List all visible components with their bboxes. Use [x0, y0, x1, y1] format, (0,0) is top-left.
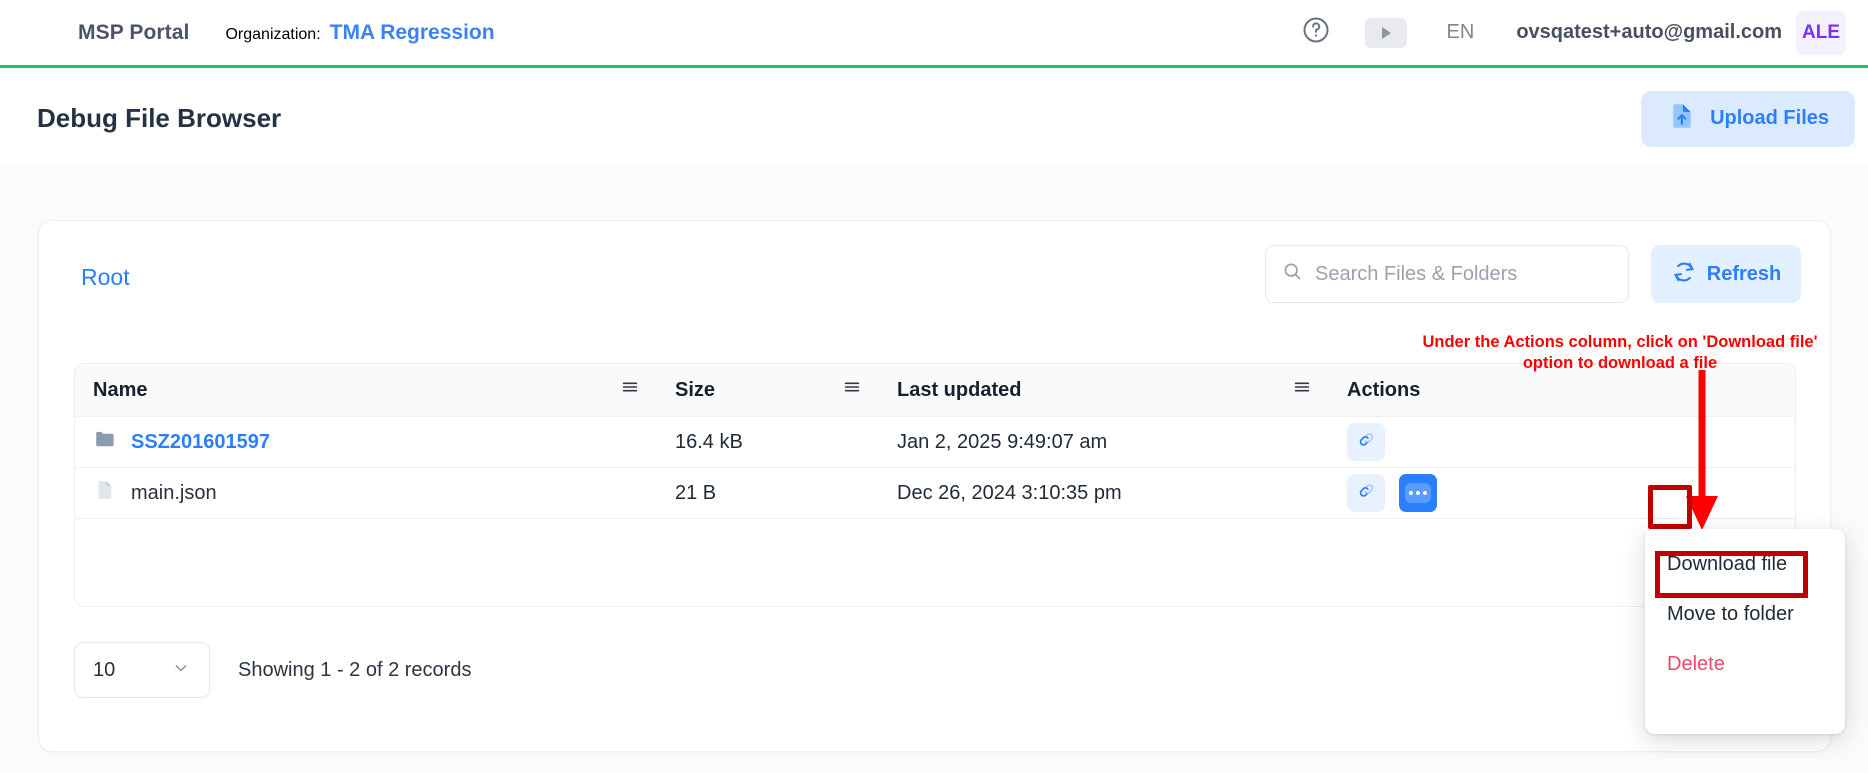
annotation-text: Under the Actions column, click on 'Down…	[1410, 332, 1830, 374]
cell-last-updated: Dec 26, 2024 3:10:35 pm	[879, 468, 1329, 518]
organization-label: Organization:	[225, 26, 320, 44]
organization-name[interactable]: TMA Regression	[330, 21, 495, 45]
column-label: Actions	[1329, 379, 1420, 402]
language-selector[interactable]: EN	[1447, 21, 1475, 44]
column-label: Size	[657, 379, 715, 402]
annotation-arrow-icon	[1640, 370, 1760, 550]
refresh-label: Refresh	[1707, 263, 1781, 286]
upload-files-button[interactable]: Upload Files	[1641, 91, 1855, 147]
refresh-button[interactable]: Refresh	[1651, 245, 1801, 303]
more-options-button[interactable]	[1399, 474, 1437, 512]
cell-name: main.json	[75, 468, 657, 518]
files-table: Name Size Last upd	[74, 363, 1796, 607]
column-label: Last updated	[879, 379, 1021, 402]
copy-link-button[interactable]	[1347, 474, 1385, 512]
question-circle-icon	[1301, 15, 1331, 50]
user-email[interactable]: ovsqatest+auto@gmail.com	[1516, 21, 1782, 44]
file-upload-icon	[1667, 101, 1697, 136]
menu-item-delete[interactable]: Delete	[1645, 639, 1845, 689]
table-row[interactable]: main.json 21 B Dec 26, 2024 3:10:35 pm	[75, 468, 1795, 519]
page-size-value: 10	[93, 659, 115, 682]
refresh-icon	[1671, 259, 1697, 290]
file-browser-toolbar: Root	[39, 221, 1830, 331]
page-body: Root	[0, 166, 1868, 773]
header-actions: EN ovsqatest+auto@gmail.com ALE	[1293, 10, 1846, 56]
menu-item-move-to-folder[interactable]: Move to folder	[1645, 589, 1845, 639]
link-icon	[1357, 481, 1376, 506]
organization-selector[interactable]: Organization: TMA Regression	[225, 21, 494, 45]
row-context-menu: Download file Move to folder Delete	[1645, 529, 1845, 734]
table-row[interactable]: SSZ201601597 16.4 kB Jan 2, 2025 9:49:07…	[75, 417, 1795, 468]
breadcrumb-root[interactable]: Root	[81, 264, 130, 291]
hamburger-icon[interactable]	[841, 376, 863, 404]
cell-size: 16.4 kB	[657, 417, 879, 467]
file-name-link[interactable]: SSZ201601597	[131, 431, 270, 454]
copy-link-button[interactable]	[1347, 423, 1385, 461]
file-name: main.json	[131, 482, 217, 505]
page-title: Debug File Browser	[37, 103, 281, 134]
file-browser-card: Root	[38, 220, 1831, 752]
more-options-icon	[1405, 483, 1431, 503]
help-button[interactable]	[1293, 10, 1339, 56]
play-icon	[1382, 27, 1391, 39]
hamburger-icon[interactable]	[1291, 376, 1313, 404]
pagination-bar: 10 Showing 1 - 2 of 2 records « ‹ 1	[74, 635, 1796, 705]
video-tutorial-button[interactable]	[1365, 18, 1407, 48]
chevron-down-icon	[171, 658, 191, 683]
cell-last-updated: Jan 2, 2025 9:49:07 am	[879, 417, 1329, 467]
search-input[interactable]	[1315, 263, 1605, 286]
search-files-box[interactable]	[1265, 245, 1629, 303]
records-summary: Showing 1 - 2 of 2 records	[238, 659, 471, 682]
upload-files-label: Upload Files	[1710, 107, 1829, 130]
link-icon	[1357, 430, 1376, 455]
column-header-last-updated[interactable]: Last updated	[879, 364, 1329, 416]
column-label: Name	[75, 379, 147, 402]
cell-name: SSZ201601597	[75, 417, 657, 467]
column-header-size[interactable]: Size	[657, 364, 879, 416]
page-size-select[interactable]: 10	[74, 642, 210, 698]
avatar[interactable]: ALE	[1796, 11, 1846, 55]
file-icon	[93, 478, 117, 508]
cell-size: 21 B	[657, 468, 879, 518]
hamburger-icon[interactable]	[619, 376, 641, 404]
search-icon	[1282, 261, 1303, 287]
menu-item-download-file[interactable]: Download file	[1645, 539, 1845, 589]
column-header-name[interactable]: Name	[75, 364, 657, 416]
page-title-bar: Debug File Browser Upload Files	[25, 71, 1868, 166]
brand-title: MSP Portal	[78, 21, 189, 45]
folder-icon	[93, 427, 117, 457]
table-empty-space	[75, 519, 1795, 603]
app-header: MSP Portal Organization: TMA Regression …	[0, 0, 1868, 68]
